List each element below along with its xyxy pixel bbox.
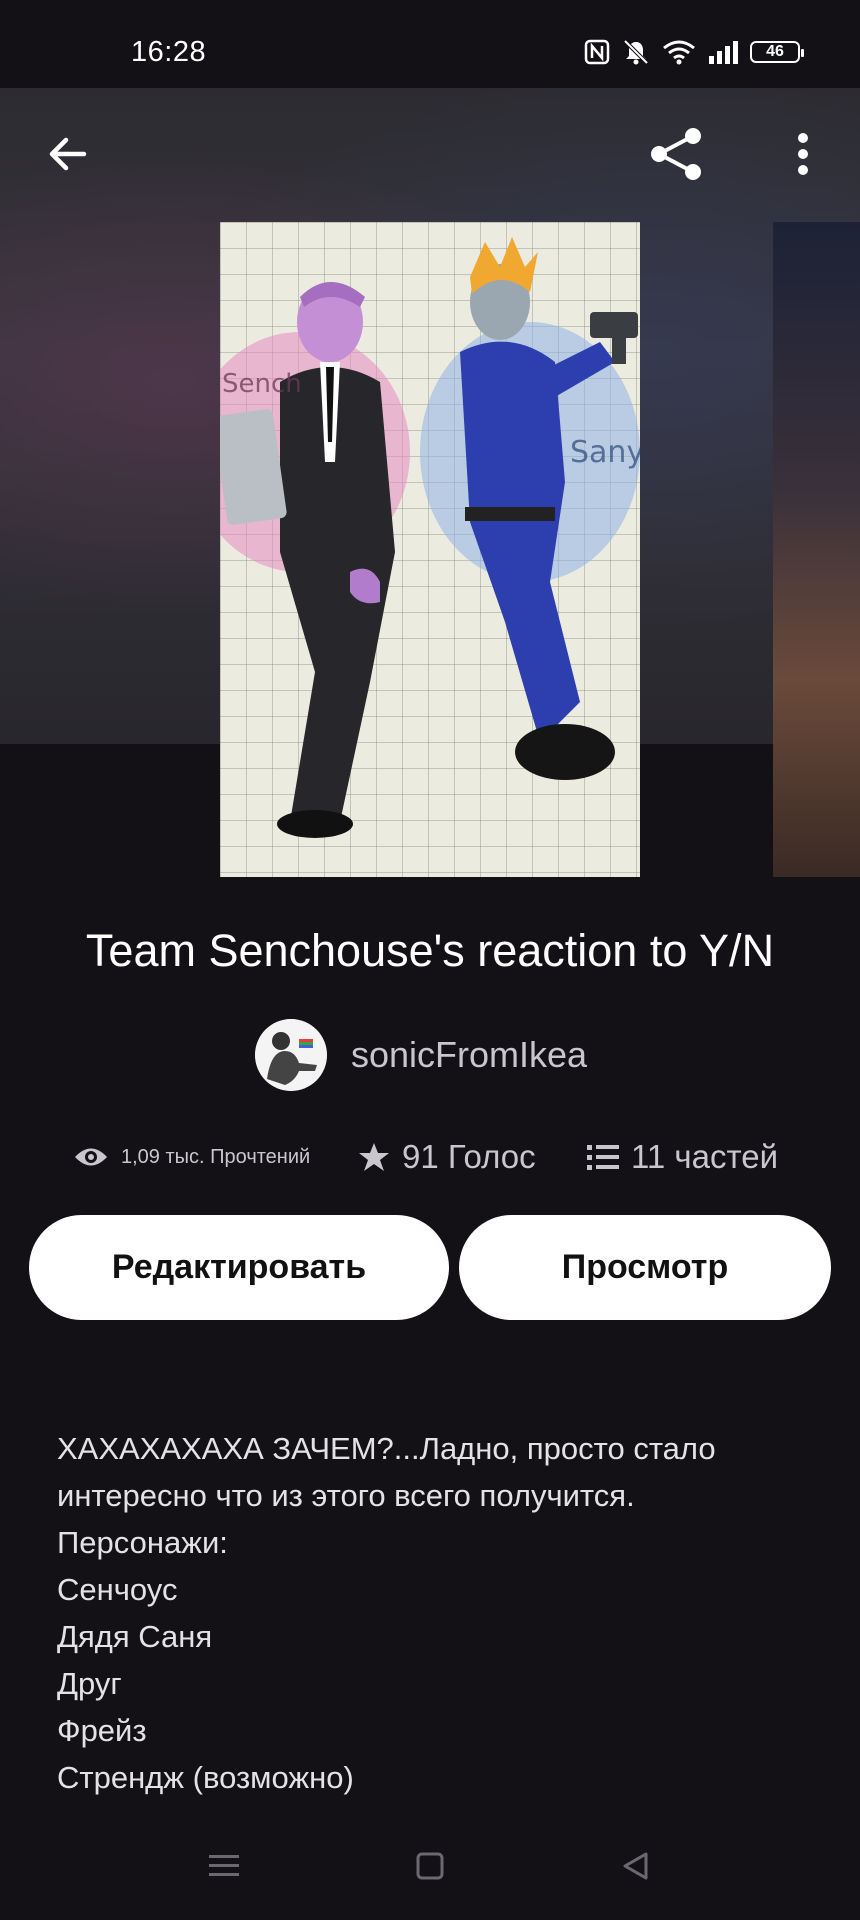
story-cover-image[interactable]: Sench Sany <box>220 222 640 877</box>
description-line: интересно что из этого всего получится. <box>57 1478 635 1513</box>
status-time: 16:28 <box>131 36 207 68</box>
battery-icon: 46 <box>750 41 804 63</box>
battery-level: 46 <box>766 43 784 60</box>
votes-count: 91 Голос <box>402 1138 536 1175</box>
signal-icon <box>709 41 738 64</box>
nfc-icon <box>584 39 610 65</box>
avatar-image <box>255 1019 327 1091</box>
more-vertical-icon <box>798 133 808 175</box>
description-line: ХАХАХАХАХА ЗАЧЕМ?...Ладно, просто стало <box>57 1431 716 1466</box>
description-line: Фрейз <box>57 1713 147 1748</box>
cover-illustration: Sench Sany <box>220 237 640 838</box>
share-button[interactable] <box>641 118 713 190</box>
description-line: Друг <box>57 1666 122 1701</box>
back-triangle-icon <box>623 1852 648 1880</box>
parts-count[interactable]: 11 частей <box>631 1138 778 1176</box>
next-cover-preview[interactable] <box>773 222 860 877</box>
avatar[interactable] <box>255 1019 327 1091</box>
votes-stat: 91 Голос <box>358 1132 536 1182</box>
mute-icon <box>623 39 649 65</box>
star-icon <box>359 1143 389 1171</box>
status-icons: 46 <box>584 38 804 66</box>
description-line: Сенчоус <box>57 1572 178 1607</box>
preview-button[interactable]: Просмотр <box>459 1215 831 1320</box>
author-name[interactable]: sonicFromIkea <box>351 1034 587 1076</box>
more-options-button[interactable] <box>767 118 839 190</box>
parts-stat[interactable]: 11 частей <box>587 1132 778 1182</box>
story-stats: 1,09 тыс. Прочтений 91 Голос 11 частей <box>0 1132 860 1182</box>
home-square-icon <box>416 1852 444 1880</box>
description-line: Стрендж (возможно) <box>57 1760 354 1795</box>
story-description: ХАХАХАХАХА ЗАЧЕМ?...Ладно, просто стало … <box>57 1425 777 1817</box>
cover-signature-left: Sench <box>222 369 302 399</box>
cover-signature-right: Sany <box>570 435 640 470</box>
edit-button[interactable]: Редактировать <box>29 1215 449 1320</box>
description-line: Дядя Саня <box>57 1619 213 1654</box>
home-button[interactable] <box>390 1812 470 1920</box>
recent-apps-button[interactable] <box>184 1812 264 1920</box>
eye-icon <box>75 1148 107 1166</box>
menu-icon <box>209 1855 239 1876</box>
share-icon <box>651 128 701 180</box>
wifi-icon <box>663 40 695 65</box>
back-button[interactable] <box>31 118 103 190</box>
top-toolbar <box>0 88 860 220</box>
description-line: Персонажи: <box>57 1525 228 1560</box>
back-arrow-icon <box>49 137 87 171</box>
list-icon <box>587 1145 619 1170</box>
system-back-button[interactable] <box>595 1812 675 1920</box>
system-nav-bar <box>0 1812 860 1920</box>
reads-count: 1,09 тыс. Прочтений <box>121 1145 311 1168</box>
reads-stat: 1,09 тыс. Прочтений <box>73 1132 310 1182</box>
status-bar: 16:28 46 <box>0 0 860 88</box>
author-row[interactable]: sonicFromIkea <box>255 1018 587 1092</box>
story-title: Team Senchouse's reaction to Y/N <box>85 925 775 976</box>
